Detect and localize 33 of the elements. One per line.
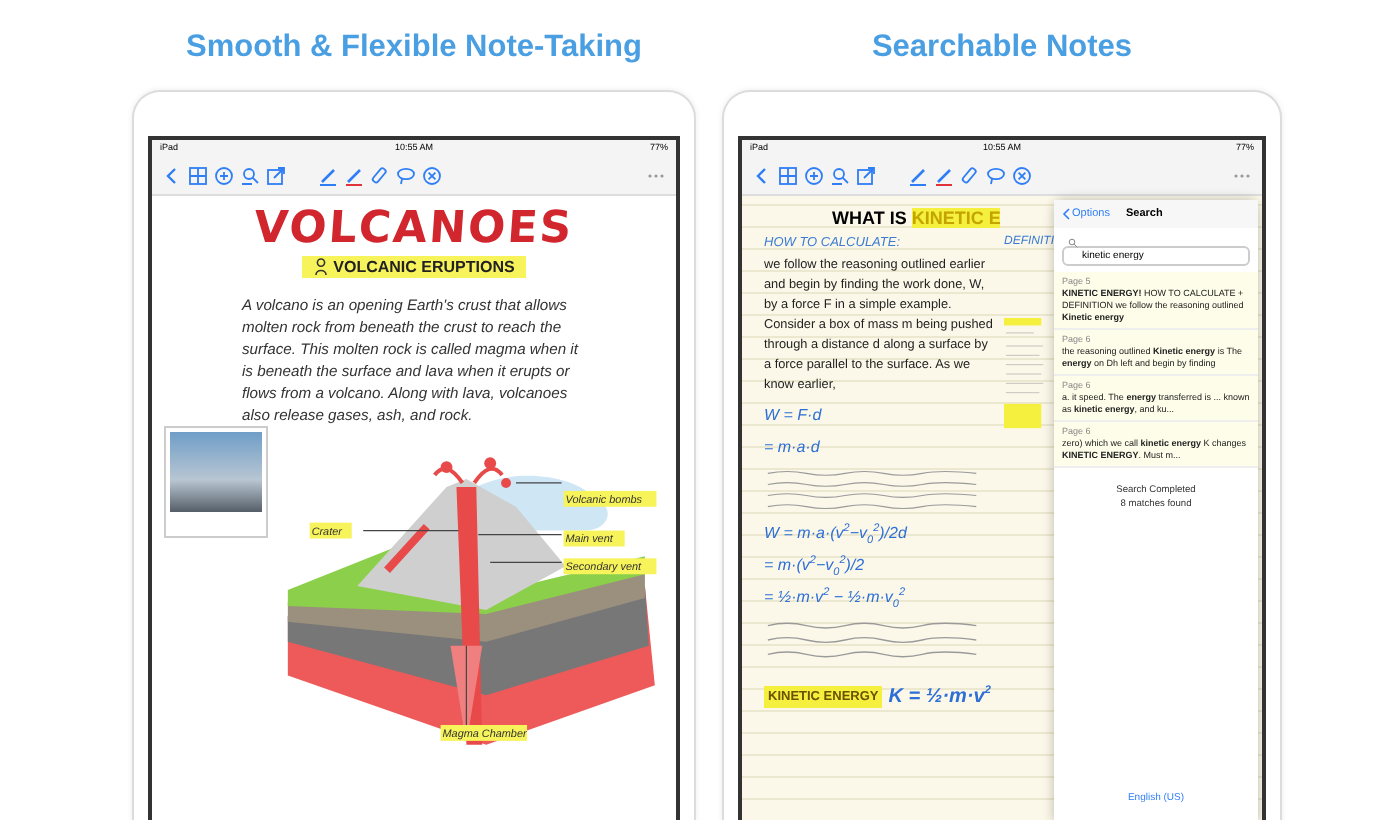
pen-icon[interactable] [934,165,954,185]
grid-icon[interactable] [778,165,798,185]
headline: Smooth & Flexible Note-Taking [184,28,644,68]
pen-icon[interactable] [344,165,364,185]
search-icon[interactable] [830,165,850,185]
headline: Searchable Notes [869,28,1135,68]
eraser-icon[interactable] [370,165,390,185]
grid-icon[interactable] [188,165,208,185]
search-icon[interactable] [240,165,260,185]
formula: K = ½·m·v$^{2}$ [888,686,991,708]
close-icon[interactable] [422,165,442,185]
formula: = m·a·d [764,436,822,460]
note-subtitle: VOLCANIC ERUPTIONS [333,258,515,276]
formula: = m·(v$^{2}$−v$_{0}$$^{2}$)/2 [764,552,867,578]
formula: W = F·d [764,404,824,428]
person-icon [313,258,328,276]
close-icon[interactable] [1012,165,1032,185]
lasso-icon[interactable] [986,165,1006,185]
add-icon[interactable] [214,165,234,185]
formula: W = m·a·(v$^{2}$−v$_{0}$$^{2}$)/2d [764,520,909,546]
lasso-icon[interactable] [396,165,416,185]
back-icon[interactable] [162,165,182,185]
search-icon [1068,237,1078,247]
pen-icon[interactable] [908,165,928,185]
share-icon[interactable] [856,165,876,185]
add-icon[interactable] [804,165,824,185]
back-icon[interactable] [752,165,772,185]
eraser-icon[interactable] [960,165,980,185]
photo-placeholder [164,426,268,538]
share-icon[interactable] [266,165,286,185]
back-icon[interactable] [1062,208,1070,220]
pen-icon[interactable] [318,165,338,185]
note-title: VOLCANOES [252,204,576,254]
